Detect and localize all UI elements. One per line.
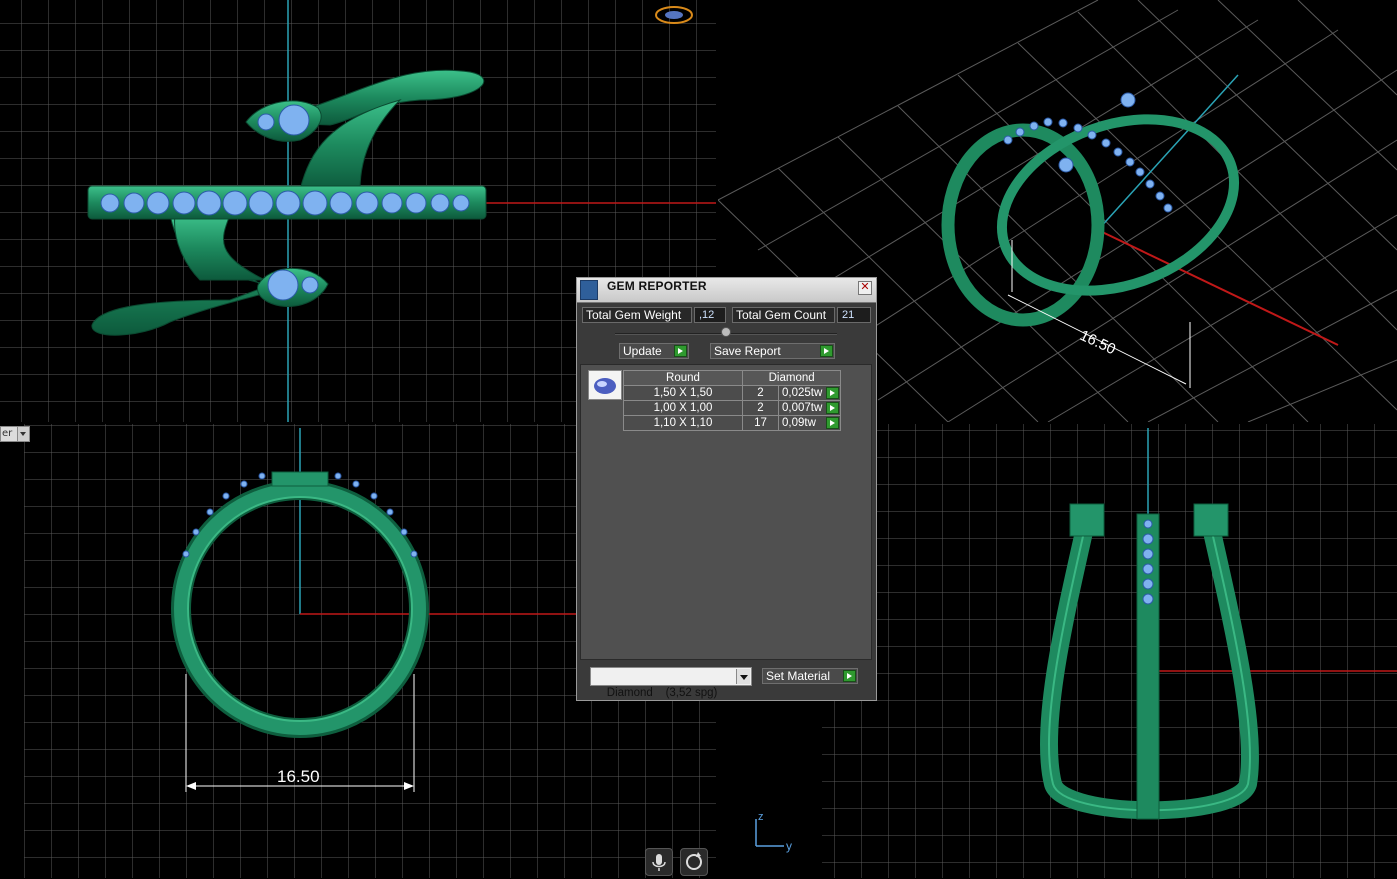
play-icon [674,345,687,357]
table-row[interactable]: 1,00 X 1,00 2 0,007tw [623,400,842,416]
table-row[interactable]: 1,50 X 1,50 2 0,025tw [623,385,842,401]
collapse-toggle[interactable] [721,327,731,337]
gem-count-cell: 17 [742,415,779,431]
table-row[interactable]: 1,10 X 1,10 17 0,09tw [623,415,842,431]
update-button-label: Update [623,344,662,358]
gem-size-cell: 1,10 X 1,10 [623,415,743,431]
save-report-button[interactable]: Save Report [710,343,835,359]
play-icon[interactable] [826,402,840,414]
rotate-icon[interactable] [680,848,708,876]
close-icon[interactable]: ✕ [858,281,872,295]
set-material-button[interactable]: Set Material [762,668,858,684]
gem-weight-cell: 0,025tw [777,385,842,401]
total-gem-count-value: 21 [837,307,871,323]
side-dimension-label: 16.50 [277,767,320,786]
gem-weight-value: 0,09tw [782,417,816,429]
axis-z-label: z [758,811,764,823]
save-report-button-label: Save Report [714,344,781,358]
total-gem-weight-label: Total Gem Weight [582,307,692,323]
dialog-title: GEM REPORTER [607,279,707,293]
chevron-down-icon [17,427,29,441]
gem-icon[interactable] [588,370,622,400]
update-button[interactable]: Update [619,343,689,359]
perspective-dimension-label: 16.50 [1077,327,1118,358]
gem-reporter-dialog: GEM REPORTER ✕ Total Gem Weight ,12 Tota… [576,277,877,701]
gem-size-cell: 1,50 X 1,50 [623,385,743,401]
material-select-value: Diamond (3,52 spg) [606,687,718,699]
set-material-button-label: Set Material [766,669,831,683]
play-icon[interactable] [826,387,840,399]
chevron-down-icon [736,669,750,684]
view-selector-dropdown[interactable]: er [0,426,30,442]
table-header-row: Round Diamond [623,370,842,386]
play-icon [820,345,833,357]
microphone-icon[interactable] [645,848,673,876]
view-selector-label: er [2,428,13,439]
play-icon[interactable] [826,417,840,429]
dialog-titlebar[interactable]: GEM REPORTER ✕ [577,278,876,303]
gem-table: Round Diamond 1,50 X 1,50 2 0,025tw 1,00… [623,370,842,431]
gem-weight-value: 0,025tw [782,387,823,399]
gem-list-area: Round Diamond 1,50 X 1,50 2 0,025tw 1,00… [580,364,872,660]
material-select[interactable]: Diamond (3,52 spg) [590,667,752,699]
gem-weight-cell: 0,09tw [777,415,842,431]
total-gem-weight-value: ,12 [694,307,726,323]
gem-size-cell: 1,00 X 1,00 [623,400,743,416]
total-gem-count-label: Total Gem Count [732,307,835,323]
gem-weight-value: 0,007tw [782,402,823,414]
play-icon [843,670,856,682]
axis-y-label: y [786,839,792,853]
column-header-shape: Round [623,370,743,386]
gem-count-cell: 2 [742,385,779,401]
gem-count-cell: 2 [742,400,779,416]
gem-weight-cell: 0,007tw [777,400,842,416]
column-header-material: Diamond [741,370,842,386]
gem-reporter-app-icon [580,280,598,300]
